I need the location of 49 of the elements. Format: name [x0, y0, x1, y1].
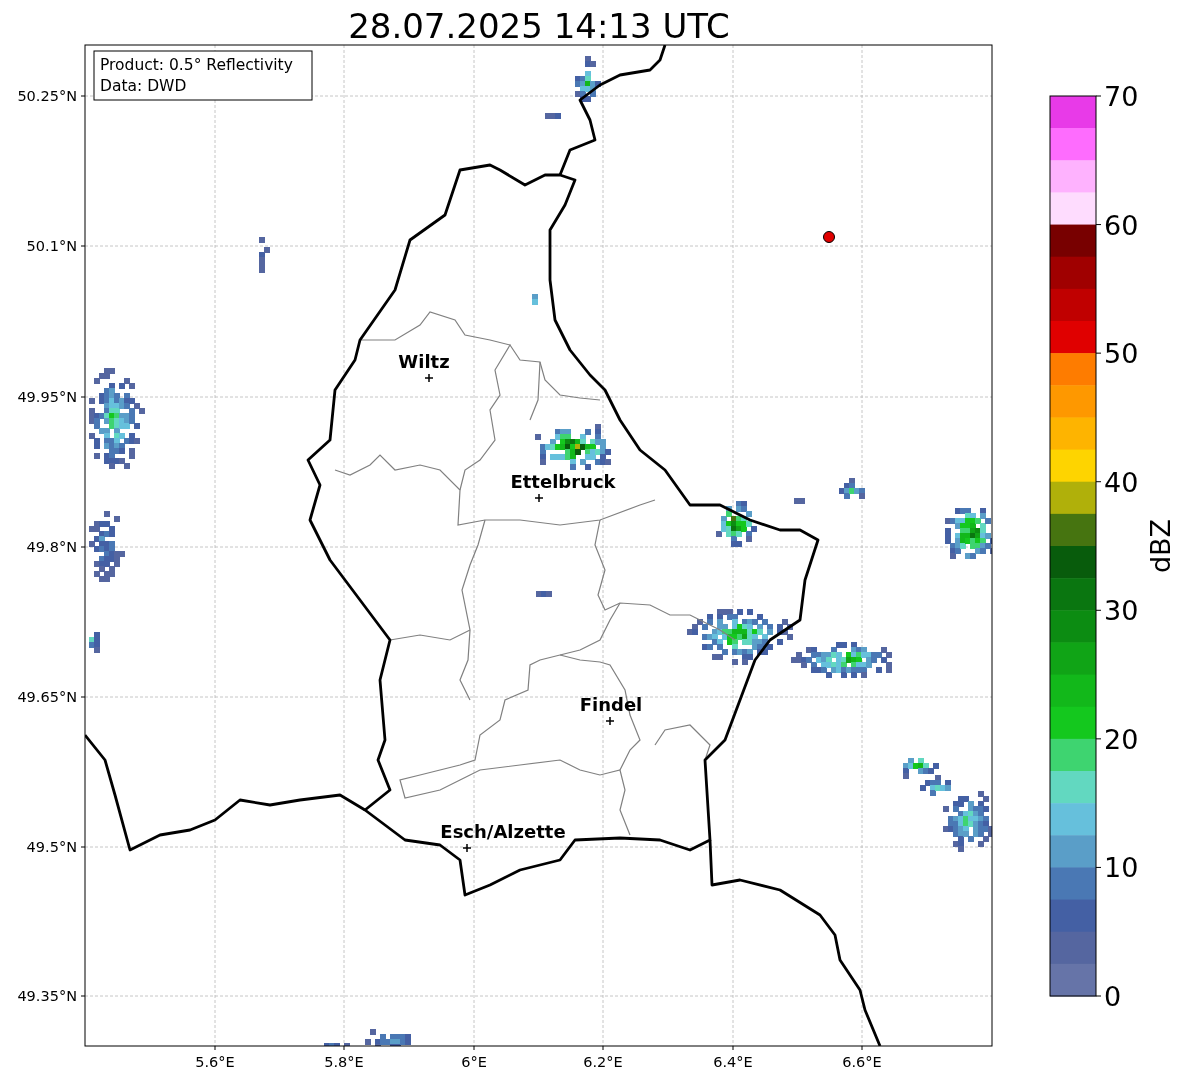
colorbar-tick-label: 0	[1104, 981, 1122, 1012]
radar-echo-drawing	[903, 758, 939, 779]
colorbar-tick-label: 40	[1104, 466, 1139, 498]
radar-echo-drawing	[365, 1029, 411, 1046]
radar-echo-drawing	[536, 591, 552, 597]
radar-echo-drawing	[945, 508, 992, 559]
city-marker-icon	[462, 843, 472, 853]
radar-echo-drawing	[716, 501, 757, 547]
radar-echo-drawing	[89, 632, 100, 653]
location-marker-icon	[823, 231, 835, 243]
colorbar-tick-label: 70	[1104, 81, 1139, 112]
longitude-tick-label: 5.8°E	[324, 1054, 364, 1070]
city-label: Wiltz	[398, 351, 450, 372]
latitude-tick-label: 49.8°N	[26, 539, 77, 555]
latitude-tick-label: 49.5°N	[26, 839, 77, 855]
colorbar-tick-label: 10	[1104, 852, 1139, 884]
colorbar-tick-label: 30	[1104, 595, 1139, 627]
latitude-tick-label: 49.35°N	[17, 988, 77, 1004]
longitude-tick-label: 6.2°E	[583, 1054, 623, 1070]
info-text: Data: DWD	[100, 77, 187, 95]
colorbar-tick-label: 20	[1104, 723, 1139, 755]
city-label: Findel	[579, 694, 643, 715]
longitude-tick-label: 6.6°E	[842, 1054, 882, 1070]
radar-echo-drawing	[794, 498, 805, 504]
city-label: Esch/Alzette	[440, 821, 566, 842]
latitude-tick-label: 49.95°N	[17, 389, 77, 405]
canton-border-line	[654, 724, 711, 761]
longitude-tick-label: 6°E	[461, 1054, 487, 1070]
latitude-tick-label: 50.1°N	[26, 238, 77, 254]
radar-echo-drawing	[575, 56, 601, 102]
city-label: Ettelbruck	[510, 471, 616, 492]
colorbar-tick-label: 50	[1104, 338, 1139, 370]
radar-echo-drawing	[324, 1043, 350, 1046]
chart-title: 28.07.2025 14:13 UTC	[348, 6, 730, 46]
longitude-tick-label: 5.6°E	[195, 1054, 235, 1070]
city-marker-icon	[424, 373, 434, 383]
radar-echo-drawing	[839, 478, 865, 499]
city-marker-icon	[605, 716, 615, 726]
city-marker-icon	[534, 493, 544, 503]
colorbar-tick-label: 60	[1104, 209, 1139, 241]
latitude-tick-label: 49.65°N	[17, 689, 77, 705]
radar-echo-drawing	[532, 294, 538, 305]
radar-echo-drawing	[259, 237, 270, 273]
info-text: Product: 0.5° Reflectivity	[100, 56, 293, 74]
radar-echo-drawing	[545, 113, 561, 119]
latitude-tick-label: 50.25°N	[17, 88, 77, 104]
radar-echo-drawing	[89, 511, 125, 582]
longitude-tick-label: 6.4°E	[713, 1054, 753, 1070]
colorbar-label: dBZ	[1145, 518, 1176, 574]
